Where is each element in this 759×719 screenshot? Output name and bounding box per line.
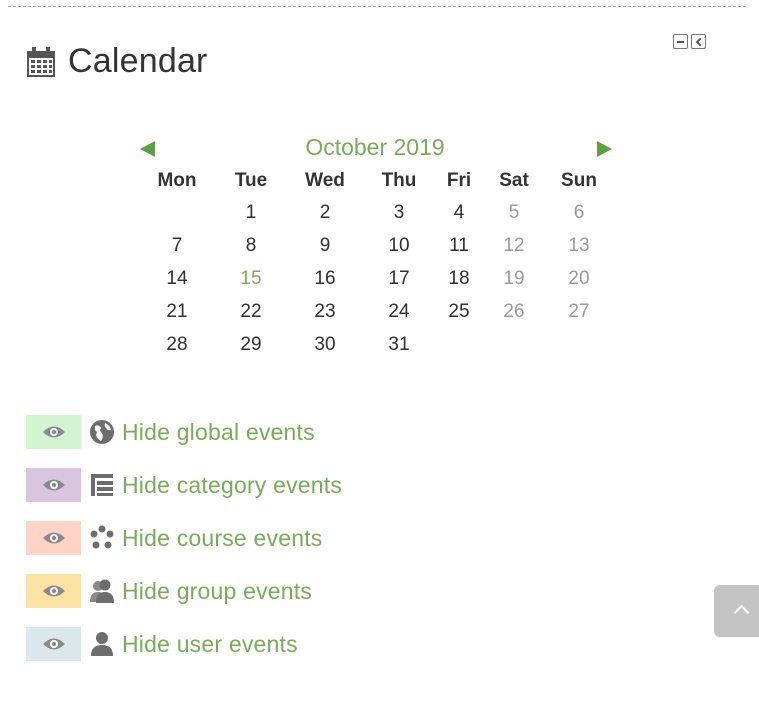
globe-icon (88, 418, 116, 446)
previous-month-arrow-icon[interactable] (140, 141, 155, 157)
hide-course-events-link[interactable]: Hide course events (122, 525, 322, 552)
calendar-day-weekend: 26 (503, 300, 525, 322)
filter-user-events[interactable]: Hide user events (26, 626, 342, 662)
calendar-day: 30 (314, 333, 336, 355)
calendar-day (140, 196, 214, 229)
scroll-to-top-button[interactable] (714, 585, 759, 637)
filter-swatch[interactable] (26, 521, 81, 555)
calendar-day-weekend: 27 (568, 300, 590, 322)
calendar-day: 28 (166, 333, 188, 355)
weekday-header: Wed (305, 170, 345, 191)
calendar-day: 29 (240, 333, 262, 355)
minimize-icon[interactable] (673, 34, 688, 49)
weekday-header-row: Mon Tue Wed Thu Fri Sat Sun (140, 166, 612, 196)
weekday-header: Tue (234, 170, 268, 191)
calendar-day: 3 (393, 201, 405, 223)
filter-category-events[interactable]: Hide category events (26, 467, 342, 503)
category-icon (88, 471, 116, 499)
calendar-week-row: 7 8 9 10 11 12 13 (140, 229, 612, 262)
filter-global-events[interactable]: Hide global events (26, 414, 342, 450)
calendar-week-row: 1 2 3 4 5 6 (140, 196, 612, 229)
filter-swatch[interactable] (26, 468, 81, 502)
filter-swatch[interactable] (26, 627, 81, 661)
calendar-day: 7 (171, 234, 183, 256)
calendar-week-row: 28 29 30 31 (140, 328, 612, 361)
current-month-label[interactable]: October 2019 (270, 134, 480, 161)
calendar-grid: Mon Tue Wed Thu Fri Sat Sun 1 2 3 4 5 6 … (140, 166, 612, 361)
calendar-day: 9 (319, 234, 331, 256)
calendar-day: 1 (245, 201, 257, 223)
calendar-day: 22 (240, 300, 262, 322)
calendar-day-weekend: 12 (503, 234, 525, 256)
calendar-day-weekend: 5 (508, 201, 520, 223)
calendar-day-weekend: 6 (573, 201, 585, 223)
calendar-day-weekend: 20 (568, 267, 590, 289)
calendar-day: 31 (388, 333, 410, 355)
filter-group-events[interactable]: Hide group events (26, 573, 342, 609)
block-controls (673, 34, 706, 49)
eye-icon[interactable] (42, 425, 66, 439)
calendar-day: 8 (245, 234, 257, 256)
weekday-header: Mon (157, 170, 197, 191)
filter-swatch[interactable] (26, 574, 81, 608)
calendar-day: 4 (453, 201, 465, 223)
block-top-divider (8, 6, 746, 7)
calendar-day: 21 (166, 300, 188, 322)
eye-icon[interactable] (42, 584, 66, 598)
calendar-day-weekend: 19 (503, 267, 525, 289)
course-icon (88, 524, 116, 552)
calendar-week-row: 21 22 23 24 25 26 27 (140, 295, 612, 328)
filter-course-events[interactable]: Hide course events (26, 520, 342, 556)
user-icon (88, 630, 116, 658)
calendar-day: 16 (314, 267, 336, 289)
hide-global-events-link[interactable]: Hide global events (122, 419, 315, 446)
calendar-day-today[interactable]: 15 (214, 262, 288, 295)
weekday-header: Fri (446, 170, 472, 191)
calendar-day: 10 (388, 234, 410, 256)
calendar-day: 25 (448, 300, 470, 322)
calendar-day: 11 (449, 234, 469, 256)
eye-icon[interactable] (42, 478, 66, 492)
block-title: Calendar (68, 42, 208, 80)
calendar-day: 17 (388, 267, 410, 289)
calendar-day: 23 (314, 300, 336, 322)
calendar-day: 14 (166, 267, 188, 289)
calendar-day (436, 328, 482, 361)
calendar-day-weekend: 13 (568, 234, 590, 256)
next-month-arrow-icon[interactable] (597, 141, 612, 157)
group-icon (88, 577, 116, 605)
event-filters: Hide global events Hide category events (26, 414, 342, 679)
weekday-header: Sun (561, 170, 597, 191)
filter-swatch[interactable] (26, 415, 81, 449)
calendar-day: 24 (388, 300, 410, 322)
hide-category-events-link[interactable]: Hide category events (122, 472, 342, 499)
calendar-day-weekend (546, 328, 612, 361)
calendar-day: 2 (319, 201, 331, 223)
eye-icon[interactable] (42, 531, 66, 545)
calendar-day-weekend (482, 328, 546, 361)
eye-icon[interactable] (42, 637, 66, 651)
calendar-week-row: 14 15 16 17 18 19 20 (140, 262, 612, 295)
hide-user-events-link[interactable]: Hide user events (122, 631, 298, 658)
weekday-header: Sat (499, 170, 529, 191)
dock-icon[interactable] (691, 34, 706, 49)
block-header: Calendar (24, 42, 208, 81)
hide-group-events-link[interactable]: Hide group events (122, 578, 312, 605)
calendar-day: 18 (448, 267, 470, 289)
calendar-icon (27, 46, 55, 77)
weekday-header: Thu (381, 170, 417, 191)
